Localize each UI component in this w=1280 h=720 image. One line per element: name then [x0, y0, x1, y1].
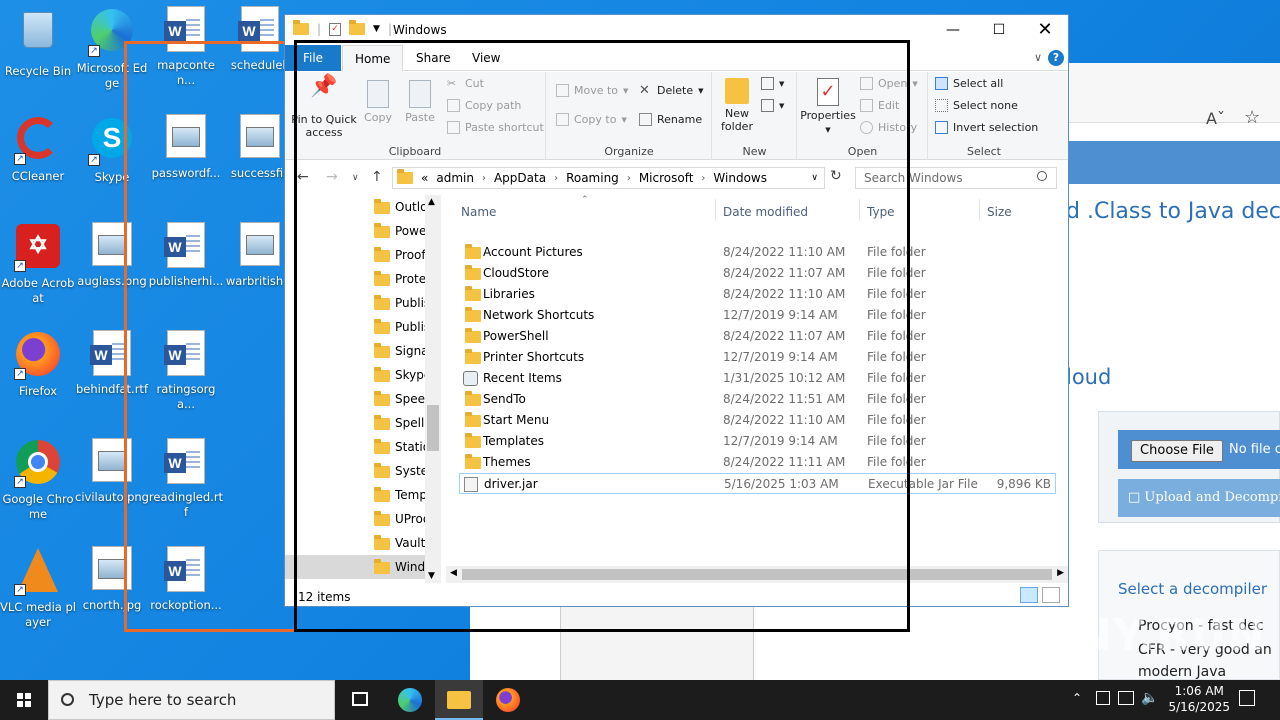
desktop-icon-label: Recycle Bin [4, 64, 72, 78]
ccleaner-icon[interactable]: ↗ CCleaner [0, 114, 76, 184]
site-header-bar [1066, 141, 1280, 184]
network-icon[interactable] [1096, 691, 1110, 705]
desktop-icon-label: VLC media player [0, 600, 76, 629]
help-icon[interactable]: ? [1048, 50, 1064, 66]
select-all-icon [935, 77, 948, 90]
close-button[interactable]: ✕ [1022, 15, 1068, 45]
invert-selection-button[interactable]: Invert selection [935, 121, 1038, 134]
desktop-icon-label: Firefox [18, 384, 58, 398]
choose-file-button[interactable]: Choose File [1131, 440, 1223, 462]
details-view-icon[interactable] [1020, 587, 1038, 603]
select-none-button[interactable]: Select none [935, 99, 1018, 112]
maximize-button[interactable]: ☐ [976, 15, 1022, 45]
invert-selection-icon [935, 121, 948, 134]
windows-logo-icon [17, 693, 31, 707]
group-label: Select [967, 145, 1001, 158]
window-title: Windows [393, 23, 447, 37]
minimize-button[interactable]: — [930, 15, 976, 45]
view-toggle [1020, 587, 1060, 603]
browser-window: Aˇ ☆ d .Class to Java decom loud Choose … [1066, 63, 1280, 680]
select-all-button[interactable]: Select all [935, 77, 1003, 90]
edge-taskbar-icon[interactable] [386, 680, 434, 720]
desktop-icon-label: CCleaner [11, 169, 65, 183]
adobe-acrobat-icon[interactable]: ✡ ↗ Adobe Acrobat [0, 222, 76, 306]
start-button[interactable] [0, 680, 48, 720]
quick-access-dropdown-icon[interactable]: ▼ [373, 24, 380, 34]
decompiler-option: modern Java [1138, 664, 1227, 680]
ribbon-expand-chevron-icon[interactable]: ∨ [1034, 51, 1042, 64]
show-hidden-icons-icon[interactable]: ⌃ [1072, 691, 1082, 705]
taskbar: Type here to search ⌃ 🔈 1:06 AM 5/16/202… [0, 680, 1280, 720]
google-chrome-icon[interactable]: ↗ Google Chrome [0, 438, 76, 522]
scroll-right-icon[interactable]: ▶ [1057, 568, 1064, 578]
highlight-rectangle-black [294, 40, 910, 632]
no-file-label: No file cho [1229, 442, 1280, 457]
search-icon [1037, 171, 1047, 181]
file-explorer-taskbar-icon[interactable] [435, 680, 483, 720]
clock-date: 5/16/2025 [1168, 700, 1230, 714]
firefox-taskbar-icon[interactable] [484, 680, 532, 720]
properties-quick-icon[interactable]: ✓ [329, 22, 342, 36]
upload-decompile-button[interactable]: □ Upload and Decompile [1118, 479, 1280, 517]
new-folder-quick-icon[interactable] [349, 20, 366, 35]
volume-icon[interactable]: 🔈 [1141, 690, 1158, 706]
large-icons-view-icon[interactable] [1042, 587, 1060, 603]
column-header-size[interactable]: Size [987, 205, 1012, 219]
select-group: Select all Select none Invert selection … [929, 72, 1039, 160]
favorite-star-icon[interactable]: ☆ [1244, 107, 1260, 128]
desktop-icon-label: Google Chrome [2, 492, 74, 521]
search-icon [61, 693, 74, 706]
desktop: Aˇ ☆ d .Class to Java decom loud Choose … [0, 0, 1280, 680]
folder-icon [293, 20, 309, 35]
taskbar-search-box[interactable]: Type here to search [48, 680, 335, 720]
vlc-icon[interactable]: ↗ VLC media player [0, 546, 76, 630]
read-aloud-icon[interactable]: Aˇ [1206, 109, 1225, 128]
site-title: d .Class to Java decom [1066, 199, 1280, 224]
desktop-icon-label: Adobe Acrobat [1, 276, 75, 305]
recycle-bin-icon[interactable]: Recycle Bin [0, 6, 76, 79]
watermark: ANY.RUN [1040, 610, 1266, 661]
network-status-icon[interactable] [1118, 691, 1134, 705]
clock[interactable]: 1:06 AM 5/16/2025 [1168, 683, 1230, 715]
notifications-icon[interactable] [1239, 690, 1255, 706]
firefox-icon[interactable]: ↗ Firefox [0, 330, 76, 399]
select-none-icon [935, 99, 948, 112]
browser-toolbar: Aˇ ☆ [1066, 63, 1280, 128]
section-heading: loud [1066, 365, 1112, 389]
task-view-icon[interactable] [336, 680, 384, 720]
clock-time: 1:06 AM [1174, 684, 1224, 698]
decompiler-title: Select a decompiler [1118, 580, 1268, 598]
